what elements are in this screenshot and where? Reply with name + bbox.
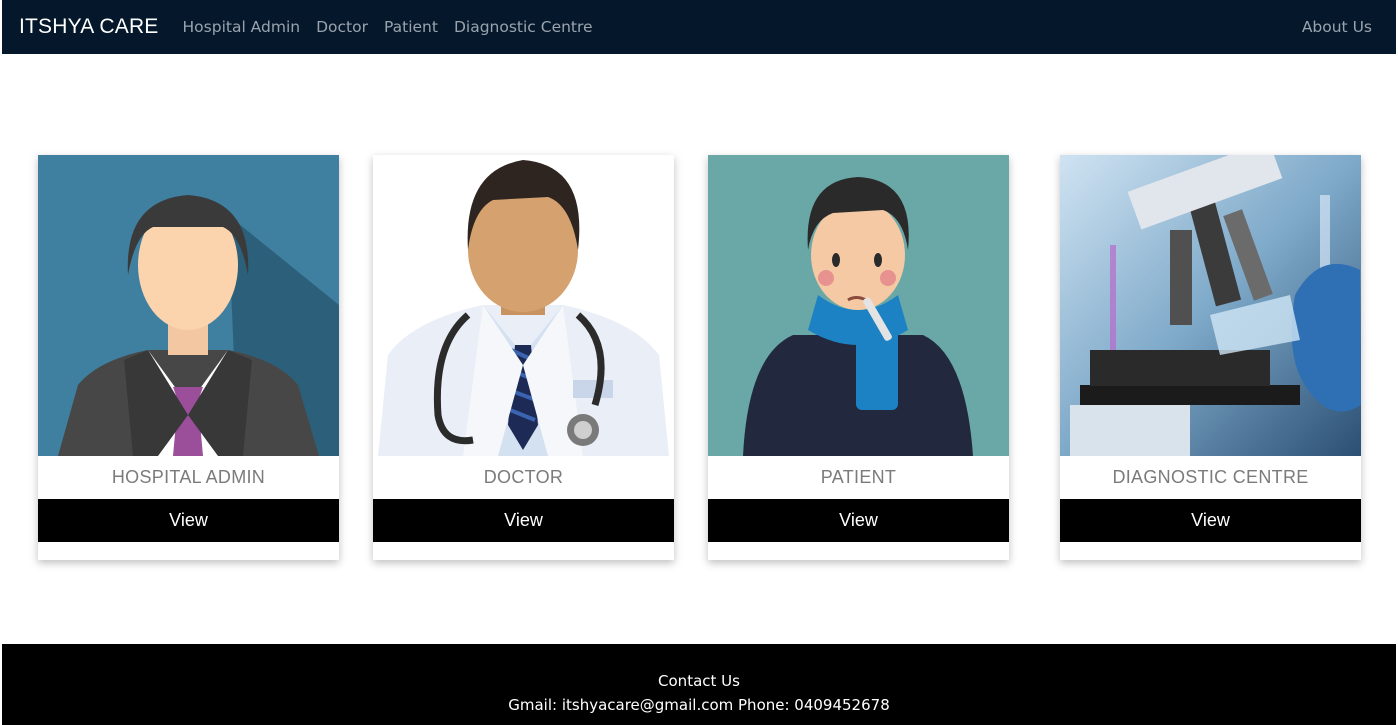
doctor-avatar-icon bbox=[373, 155, 674, 456]
card-title: PATIENT bbox=[820, 467, 897, 487]
admin-avatar-icon bbox=[38, 155, 339, 456]
card-patient: PATIENT View bbox=[708, 155, 1009, 560]
card-title: HOSPITAL ADMIN bbox=[111, 467, 266, 487]
view-button-diagnostic-centre[interactable]: View bbox=[1060, 499, 1361, 542]
nav-link-doctor[interactable]: Doctor bbox=[316, 18, 368, 36]
footer-contact-info: Gmail: itshyacare@gmail.com Phone: 04094… bbox=[508, 696, 890, 714]
patient-avatar-icon bbox=[708, 155, 1009, 456]
brand-logo[interactable]: ITSHYA CARE bbox=[19, 15, 159, 39]
card-doctor: DOCTOR View bbox=[373, 155, 674, 560]
view-button-hospital-admin[interactable]: View bbox=[38, 499, 339, 542]
nav-link-patient[interactable]: Patient bbox=[384, 18, 438, 36]
nav-link-hospital-admin[interactable]: Hospital Admin bbox=[183, 18, 301, 36]
card-hospital-admin: HOSPITAL ADMIN View bbox=[38, 155, 339, 560]
card-diagnostic-centre: DIAGNOSTIC CENTRE View bbox=[1060, 155, 1361, 560]
footer-heading: Contact Us bbox=[658, 672, 740, 690]
card-title: DIAGNOSTIC CENTRE bbox=[1112, 467, 1309, 487]
nav-link-diagnostic-centre[interactable]: Diagnostic Centre bbox=[454, 18, 593, 36]
view-button-doctor[interactable]: View bbox=[373, 499, 674, 542]
microscope-icon bbox=[1060, 155, 1361, 456]
top-navbar: ITSHYA CARE Hospital Admin Doctor Patien… bbox=[2, 0, 1396, 54]
card-title: DOCTOR bbox=[483, 467, 564, 487]
view-button-patient[interactable]: View bbox=[708, 499, 1009, 542]
nav-link-about-us[interactable]: About Us bbox=[1302, 18, 1372, 36]
footer: Contact Us Gmail: itshyacare@gmail.com P… bbox=[2, 644, 1396, 725]
